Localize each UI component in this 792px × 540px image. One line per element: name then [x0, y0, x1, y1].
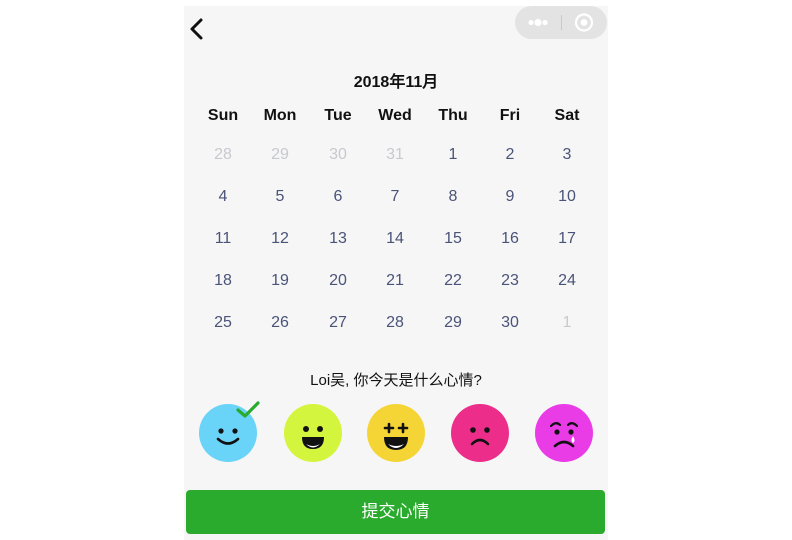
calendar-day-outside-month[interactable]: 28: [203, 144, 243, 166]
more-dots-icon[interactable]: [515, 6, 561, 39]
weekday-thu: Thu: [438, 107, 468, 124]
calendar-day[interactable]: 24: [547, 270, 587, 292]
calendar-day[interactable]: 15: [433, 228, 473, 250]
calendar-day[interactable]: 5: [260, 186, 300, 208]
calendar-day[interactable]: 26: [260, 312, 300, 334]
mini-program-capsule: [515, 6, 607, 39]
sad-face-icon: [451, 404, 509, 462]
weekday-sun: Sun: [207, 107, 239, 124]
calendar-day[interactable]: 3: [547, 144, 587, 166]
weekday-wed: Wed: [378, 107, 412, 124]
calendar-day[interactable]: 16: [490, 228, 530, 250]
calendar-day[interactable]: 21: [375, 270, 415, 292]
calendar-day[interactable]: 14: [375, 228, 415, 250]
calendar-day[interactable]: 10: [547, 186, 587, 208]
calendar-day[interactable]: 27: [318, 312, 358, 334]
calendar-day-outside-month[interactable]: 29: [260, 144, 300, 166]
weekday-sat: Sat: [554, 107, 580, 124]
calendar-day[interactable]: 25: [203, 312, 243, 334]
weekday-fri: Fri: [499, 107, 521, 124]
month-title: 2018年11月: [353, 74, 439, 91]
calendar-day-outside-month[interactable]: 1: [547, 312, 587, 334]
calendar-day[interactable]: 1: [433, 144, 473, 166]
calendar-day[interactable]: 18: [203, 270, 243, 292]
calendar-day[interactable]: 30: [490, 312, 530, 334]
mood-question: Loi吴, 你今天是什么心情?: [310, 372, 482, 389]
calendar-day[interactable]: 22: [433, 270, 473, 292]
calendar-day[interactable]: 6: [318, 186, 358, 208]
mood-option[interactable]: [451, 404, 509, 462]
calendar-day[interactable]: 19: [260, 270, 300, 292]
calendar-day-outside-month[interactable]: 30: [318, 144, 358, 166]
calendar-day[interactable]: 29: [433, 312, 473, 334]
target-circle-icon[interactable]: [562, 6, 607, 39]
weekday-tue: Tue: [324, 107, 352, 124]
mood-option[interactable]: [199, 401, 260, 462]
submit-mood-button[interactable]: 提交心情: [186, 490, 605, 534]
calendar-day[interactable]: 17: [547, 228, 587, 250]
mood-option[interactable]: [284, 404, 342, 462]
checkmark-icon: [236, 401, 260, 418]
calendar-day[interactable]: 4: [203, 186, 243, 208]
calendar-day-outside-month[interactable]: 31: [375, 144, 415, 166]
calendar-day[interactable]: 23: [490, 270, 530, 292]
calendar-day[interactable]: 13: [318, 228, 358, 250]
weekday-mon: Mon: [263, 107, 297, 124]
calendar-day[interactable]: 7: [375, 186, 415, 208]
calendar-day[interactable]: 2: [490, 144, 530, 166]
mood-option[interactable]: [367, 404, 425, 462]
calendar-day[interactable]: 12: [260, 228, 300, 250]
calendar-day[interactable]: 28: [375, 312, 415, 334]
excited-face-icon: [367, 404, 425, 462]
calendar-day[interactable]: 20: [318, 270, 358, 292]
calendar-day[interactable]: 8: [433, 186, 473, 208]
worried-face-icon: [535, 404, 593, 462]
grin-face-icon: [284, 404, 342, 462]
chevron-left-icon[interactable]: [187, 17, 209, 41]
calendar-day[interactable]: 11: [203, 228, 243, 250]
mood-option[interactable]: [535, 404, 593, 462]
calendar-day[interactable]: 9: [490, 186, 530, 208]
